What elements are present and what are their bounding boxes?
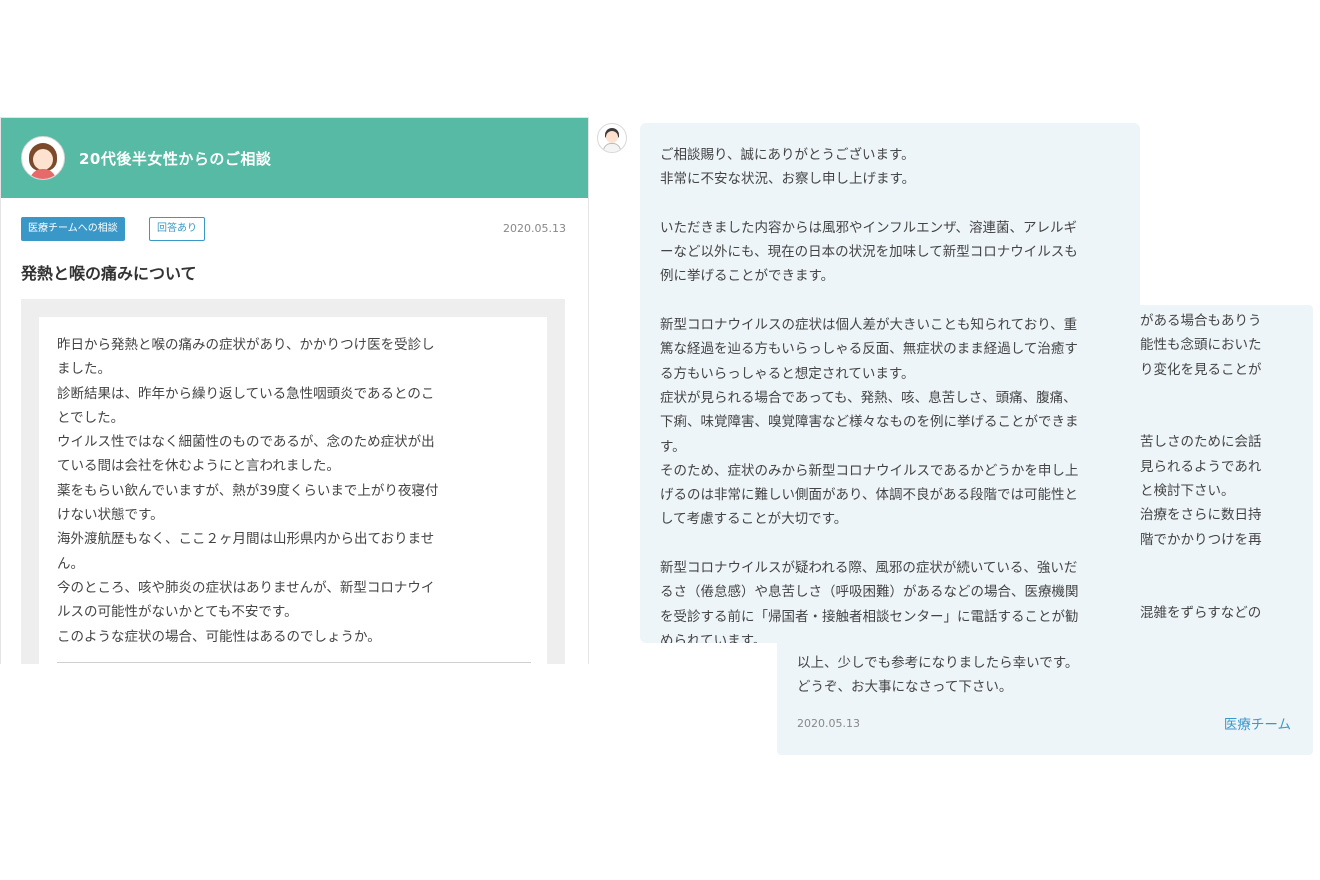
- divider: [57, 662, 531, 663]
- tag-answered[interactable]: 回答あり: [149, 217, 205, 241]
- consultation-header: 20代後半女性からのご相談: [1, 118, 588, 198]
- answer-continuation-text: がある場合もありう 能性も念頭においた り変化を見ることが 苦しさのために会話 …: [1140, 313, 1262, 620]
- answer-bubble: ご相談賜り、誠にありがとうございます。 非常に不安な状況、お察し申し上げます。 …: [640, 123, 1140, 643]
- consultation-date: 2020.05.13: [503, 222, 566, 235]
- female-avatar-icon: [21, 136, 65, 180]
- tag-medical-team[interactable]: 医療チームへの相談: [21, 217, 125, 241]
- medical-team-link[interactable]: 医療チーム: [1224, 713, 1291, 733]
- consultation-subject: 発熱と喉の痛みについて: [21, 264, 197, 283]
- answer-continuation-clip: がある場合もありう 能性も念頭においた り変化を見ることが 苦しさのために会話 …: [1140, 305, 1313, 620]
- question-text: 昨日から発熱と喉の痛みの症状があり、かかりつけ医を受診し ました。 診断結果は、…: [57, 337, 439, 645]
- answer-text: ご相談賜り、誠にありがとうございます。 非常に不安な状況、お察し申し上げます。 …: [660, 147, 1079, 643]
- answer-date: 2020.05.13: [797, 717, 860, 730]
- consultation-card: 20代後半女性からのご相談 医療チームへの相談 回答あり 2020.05.13 …: [0, 117, 589, 664]
- question-frame: 昨日から発熱と喉の痛みの症状があり、かかりつけ医を受診し ました。 診断結果は、…: [21, 299, 565, 664]
- doctor-avatar-icon: [597, 123, 627, 153]
- consultation-title: 20代後半女性からのご相談: [79, 149, 272, 168]
- answer-closing: 以上、少しでも参考になりましたら幸いです。 どうぞ、お大事になさって下さい。: [797, 655, 1079, 696]
- question-box: 昨日から発熱と喉の痛みの症状があり、かかりつけ医を受診し ました。 診断結果は、…: [39, 317, 547, 664]
